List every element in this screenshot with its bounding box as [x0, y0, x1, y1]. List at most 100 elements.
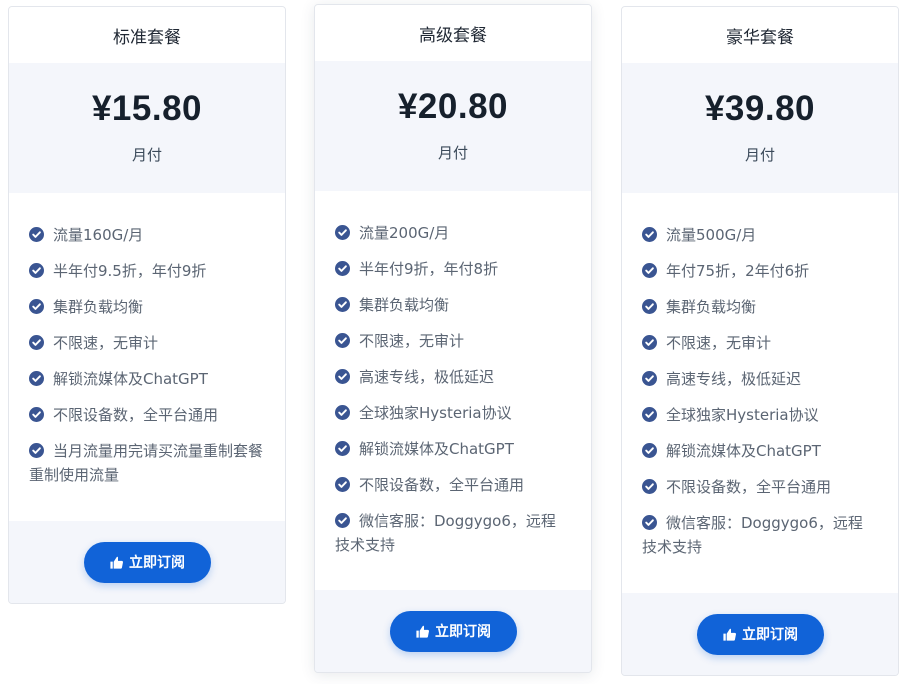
check-circle-icon [642, 515, 657, 530]
check-circle-icon [335, 405, 350, 420]
feature-item: 集群负载均衡 [642, 295, 878, 319]
feature-text: 集群负载均衡 [53, 298, 144, 316]
plan-card-deluxe: 豪华套餐 ¥39.80 月付 流量500G/月 年付75折，2年付6折 集群负载… [621, 6, 899, 676]
plan-name: 标准套餐 [9, 7, 285, 63]
feature-item: 流量160G/月 [29, 223, 265, 247]
feature-text: 半年付9.5折，年付9折 [53, 262, 207, 280]
feature-text: 解锁流媒体及ChatGPT [666, 442, 821, 460]
feature-text: 不限设备数，全平台通用 [666, 478, 832, 496]
check-circle-icon [335, 477, 350, 492]
check-circle-icon [29, 227, 44, 242]
feature-text: 解锁流媒体及ChatGPT [359, 440, 514, 458]
check-circle-icon [642, 407, 657, 422]
feature-item: 微信客服：Doggygo6，远程技术支持 [642, 511, 878, 559]
check-circle-icon [29, 407, 44, 422]
feature-text: 不限速，无审计 [666, 334, 772, 352]
feature-text: 半年付9折，年付8折 [359, 260, 499, 278]
price-box: ¥39.80 月付 [622, 63, 898, 193]
feature-text: 当月流量用完请买流量重制套餐重制使用流量 [29, 442, 264, 484]
feature-item: 全球独家Hysteria协议 [335, 401, 571, 425]
check-circle-icon [642, 443, 657, 458]
check-circle-icon [335, 333, 350, 348]
feature-item: 年付75折，2年付6折 [642, 259, 878, 283]
plan-price: ¥39.80 [704, 89, 816, 128]
feature-text: 集群负载均衡 [359, 296, 450, 314]
feature-text: 解锁流媒体及ChatGPT [53, 370, 208, 388]
check-circle-icon [29, 335, 44, 350]
subscribe-label: 立即订阅 [129, 555, 185, 571]
price-box: ¥20.80 月付 [315, 61, 591, 191]
feature-item: 解锁流媒体及ChatGPT [335, 437, 571, 461]
subscribe-button[interactable]: 立即订阅 [696, 613, 824, 655]
feature-item: 不限速，无审计 [642, 331, 878, 355]
check-circle-icon [335, 441, 350, 456]
check-circle-icon [642, 227, 657, 242]
check-circle-icon [29, 299, 44, 314]
check-circle-icon [335, 225, 350, 240]
feature-list: 流量500G/月 年付75折，2年付6折 集群负载均衡 不限速，无审计 高速专线… [622, 193, 898, 559]
feature-text: 全球独家Hysteria协议 [359, 404, 512, 422]
check-circle-icon [29, 443, 44, 458]
check-circle-icon [642, 263, 657, 278]
thumbs-up-icon [415, 624, 430, 639]
subscribe-button[interactable]: 立即订阅 [83, 541, 211, 583]
check-circle-icon [642, 299, 657, 314]
feature-item: 流量200G/月 [335, 221, 571, 245]
subscribe-label: 立即订阅 [435, 624, 491, 640]
feature-item: 不限设备数，全平台通用 [335, 473, 571, 497]
plan-period: 月付 [744, 146, 775, 164]
feature-text: 微信客服：Doggygo6，远程技术支持 [642, 514, 863, 556]
feature-item: 不限设备数，全平台通用 [29, 403, 265, 427]
feature-text: 流量160G/月 [53, 226, 144, 244]
feature-text: 不限设备数，全平台通用 [359, 476, 525, 494]
feature-item: 不限设备数，全平台通用 [642, 475, 878, 499]
feature-item: 微信客服：Doggygo6，远程技术支持 [335, 509, 571, 557]
feature-text: 流量200G/月 [359, 224, 450, 242]
feature-item: 解锁流媒体及ChatGPT [29, 367, 265, 391]
feature-text: 流量500G/月 [666, 226, 757, 244]
subscribe-button[interactable]: 立即订阅 [389, 610, 517, 652]
feature-item: 集群负载均衡 [335, 293, 571, 317]
feature-text: 高速专线，极低延迟 [666, 370, 802, 388]
feature-item: 当月流量用完请买流量重制套餐重制使用流量 [29, 439, 265, 487]
check-circle-icon [642, 479, 657, 494]
card-footer: 立即订阅 [315, 590, 591, 672]
thumbs-up-icon [722, 627, 737, 642]
feature-text: 高速专线，极低延迟 [359, 368, 495, 386]
feature-item: 高速专线，极低延迟 [335, 365, 571, 389]
feature-item: 集群负载均衡 [29, 295, 265, 319]
thumbs-up-icon [109, 555, 124, 570]
feature-text: 全球独家Hysteria协议 [666, 406, 819, 424]
check-circle-icon [335, 369, 350, 384]
feature-item: 不限速，无审计 [335, 329, 571, 353]
subscribe-label: 立即订阅 [742, 627, 798, 643]
plan-period: 月付 [437, 144, 468, 162]
check-circle-icon [642, 371, 657, 386]
check-circle-icon [642, 335, 657, 350]
check-circle-icon [29, 371, 44, 386]
plan-name: 豪华套餐 [622, 7, 898, 63]
check-circle-icon [335, 297, 350, 312]
card-footer: 立即订阅 [9, 521, 285, 603]
feature-text: 不限设备数，全平台通用 [53, 406, 219, 424]
feature-item: 不限速，无审计 [29, 331, 265, 355]
plan-price: ¥15.80 [91, 89, 203, 128]
feature-item: 半年付9.5折，年付9折 [29, 259, 265, 283]
check-circle-icon [335, 513, 350, 528]
check-circle-icon [29, 263, 44, 278]
plan-name: 高级套餐 [315, 5, 591, 61]
plan-price: ¥20.80 [397, 87, 509, 126]
card-footer: 立即订阅 [622, 593, 898, 675]
feature-item: 高速专线，极低延迟 [642, 367, 878, 391]
feature-list: 流量200G/月 半年付9折，年付8折 集群负载均衡 不限速，无审计 高速专线，… [315, 191, 591, 557]
feature-text: 不限速，无审计 [53, 334, 159, 352]
feature-item: 全球独家Hysteria协议 [642, 403, 878, 427]
plan-period: 月付 [131, 146, 162, 164]
price-box: ¥15.80 月付 [9, 63, 285, 193]
feature-list: 流量160G/月 半年付9.5折，年付9折 集群负载均衡 不限速，无审计 解锁流… [9, 193, 285, 487]
feature-item: 解锁流媒体及ChatGPT [642, 439, 878, 463]
feature-item: 流量500G/月 [642, 223, 878, 247]
feature-text: 不限速，无审计 [359, 332, 465, 350]
plan-card-advanced: 高级套餐 ¥20.80 月付 流量200G/月 半年付9折，年付8折 集群负载均… [314, 4, 592, 673]
feature-text: 微信客服：Doggygo6，远程技术支持 [335, 512, 556, 554]
